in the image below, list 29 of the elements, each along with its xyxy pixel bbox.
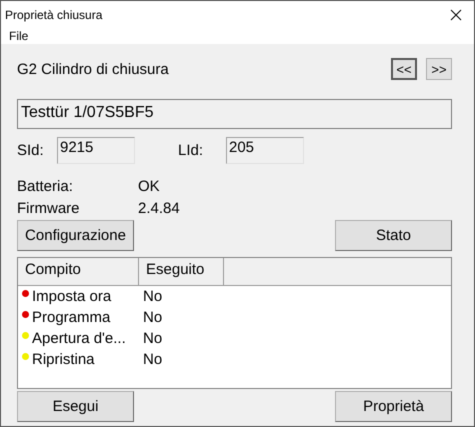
table-cell-text: No xyxy=(142,288,162,305)
table-cell-text: No xyxy=(142,351,162,368)
table-cell-text: No xyxy=(142,330,162,347)
action-button[interactable]: Esegui xyxy=(17,391,134,422)
action-button[interactable]: Proprietà xyxy=(335,391,452,422)
close-icon[interactable] xyxy=(450,9,462,21)
task-item[interactable]: Imposta ora xyxy=(18,288,139,305)
action-button[interactable]: Configurazione xyxy=(17,220,134,251)
nav-button[interactable]: << xyxy=(391,58,417,80)
id-label: SId: xyxy=(17,142,45,159)
name-field[interactable]: Testtür 1/07S5BF5 xyxy=(17,99,452,129)
task-item[interactable]: Ripristina xyxy=(18,351,139,368)
column-header[interactable]: Eseguito xyxy=(139,258,224,285)
id-field[interactable]: 205 xyxy=(226,137,304,164)
table-cell-text: No xyxy=(142,309,162,326)
menu-item[interactable]: File xyxy=(9,29,28,43)
info-label: Firmware xyxy=(17,199,80,219)
device-heading: G2 Cilindro di chiusura xyxy=(17,60,169,78)
info-label: Batteria: xyxy=(17,177,74,197)
window-title: Proprietà chiusura xyxy=(5,8,102,22)
nav-button[interactable]: >> xyxy=(426,58,452,80)
id-field[interactable]: 9215 xyxy=(57,137,135,164)
info-value: OK xyxy=(138,177,161,197)
task-item[interactable]: Programma xyxy=(18,309,139,326)
info-value: 2.4.84 xyxy=(138,199,181,219)
id-label: LId: xyxy=(178,142,204,159)
column-header[interactable]: Compito xyxy=(18,258,139,285)
task-item[interactable]: Apertura d'e... xyxy=(18,330,139,347)
action-button[interactable]: Stato xyxy=(335,220,452,251)
